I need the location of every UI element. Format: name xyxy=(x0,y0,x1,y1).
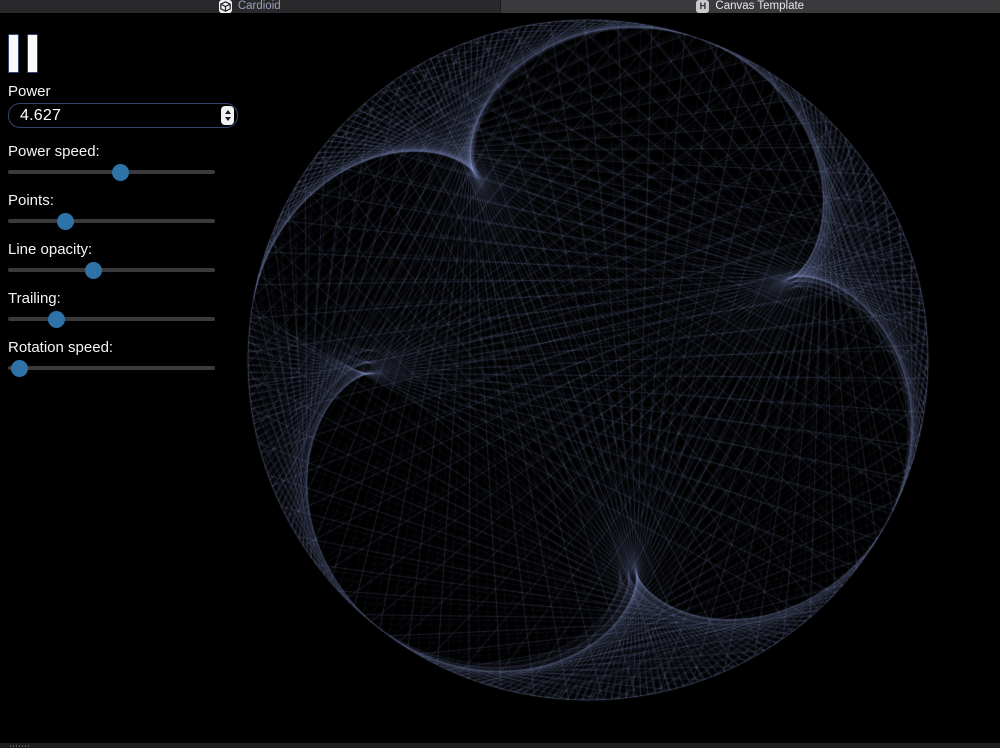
tab-label: Cardioid xyxy=(238,0,281,13)
number-stepper[interactable] xyxy=(221,106,234,125)
power-label: Power xyxy=(8,84,51,99)
trailing-label: Trailing: xyxy=(8,291,61,306)
points-slider[interactable] xyxy=(8,219,215,223)
power-speed-label: Power speed: xyxy=(8,144,100,159)
line-opacity-slider[interactable] xyxy=(8,268,215,272)
pause-icon xyxy=(8,34,19,73)
power-speed-slider[interactable] xyxy=(8,170,215,174)
slider-thumb[interactable] xyxy=(11,360,28,377)
tab-cardioid[interactable]: Cardioid xyxy=(0,0,500,13)
window-bottom-bar xyxy=(0,743,1000,748)
h-favicon-icon: H xyxy=(696,0,709,13)
stepper-up-icon[interactable] xyxy=(225,110,231,114)
power-input[interactable]: 4.627 xyxy=(8,103,238,128)
slider-thumb[interactable] xyxy=(48,311,65,328)
rotation-speed-label: Rotation speed: xyxy=(8,340,113,355)
window-texture-dots xyxy=(10,745,30,747)
browser-tab-bar: Cardioid H Canvas Template xyxy=(0,0,1000,13)
tab-canvas-template[interactable]: H Canvas Template xyxy=(500,0,1000,13)
points-label: Points: xyxy=(8,193,54,208)
cube-favicon-icon xyxy=(219,0,232,13)
rotation-speed-slider[interactable] xyxy=(8,366,215,370)
power-value: 4.627 xyxy=(9,107,61,125)
tab-label: Canvas Template xyxy=(715,0,804,13)
slider-thumb[interactable] xyxy=(57,213,74,230)
slider-thumb[interactable] xyxy=(85,262,102,279)
stepper-down-icon[interactable] xyxy=(225,117,231,121)
slider-thumb[interactable] xyxy=(112,164,129,181)
trailing-slider[interactable] xyxy=(8,317,215,321)
pause-button[interactable] xyxy=(8,34,38,73)
pause-icon xyxy=(27,34,38,73)
line-opacity-label: Line opacity: xyxy=(8,242,92,257)
